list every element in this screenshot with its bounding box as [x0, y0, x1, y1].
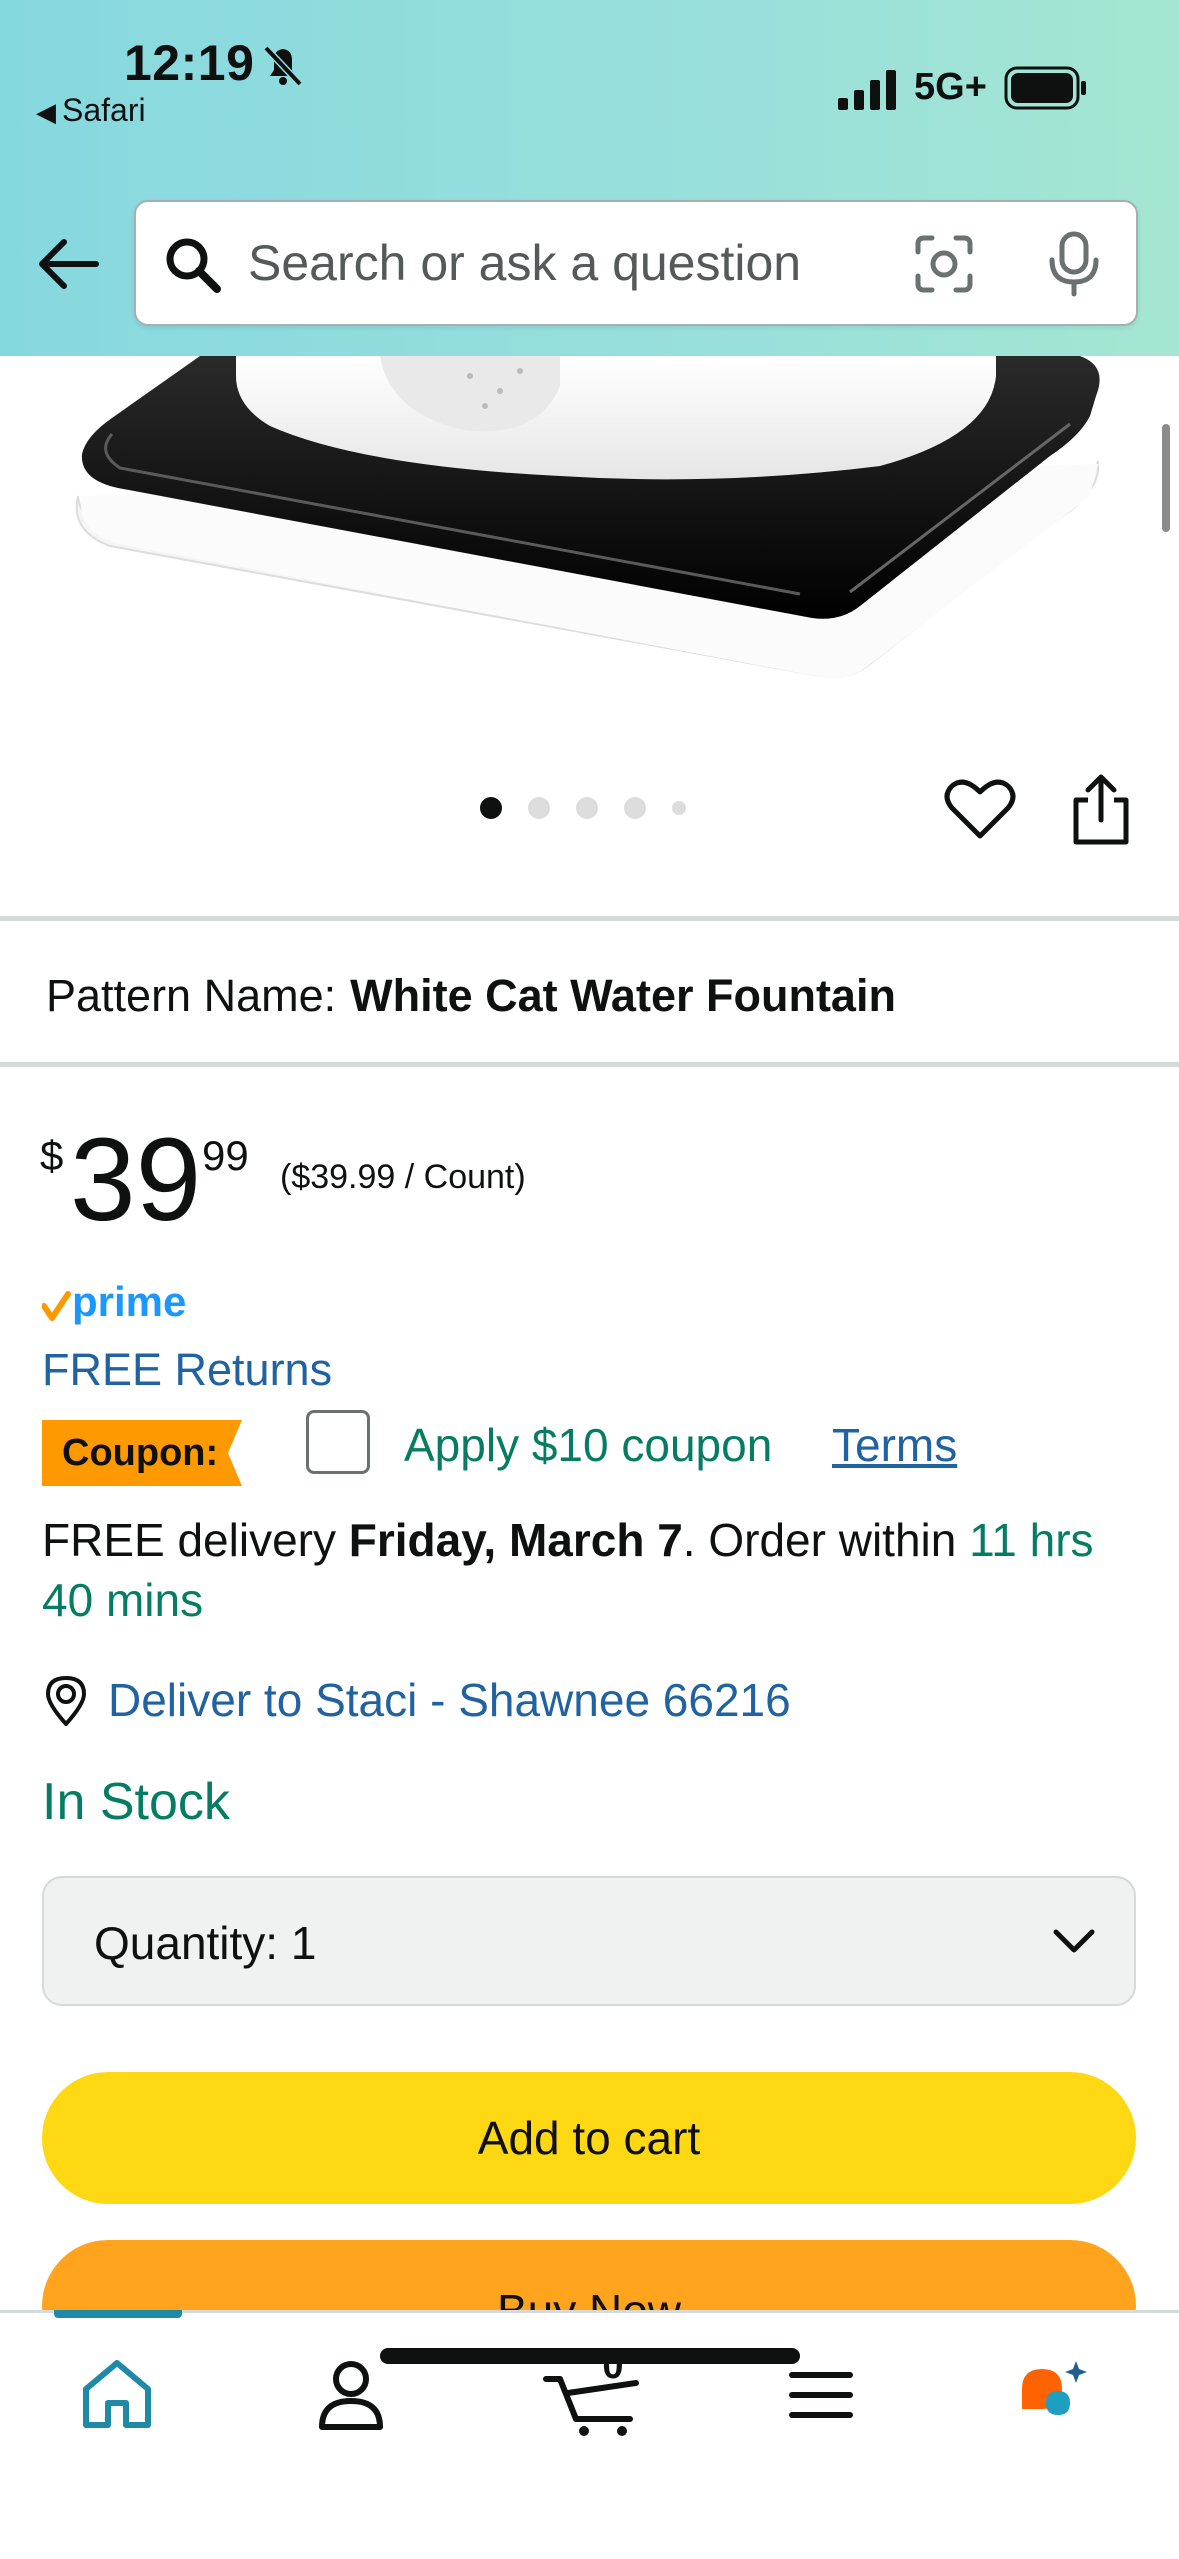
- search-icon[interactable]: [162, 234, 224, 296]
- page-scrollbar[interactable]: [1162, 424, 1170, 532]
- back-to-safari[interactable]: ◀ Safari: [36, 92, 146, 129]
- mic-icon[interactable]: [1044, 230, 1104, 298]
- product-image[interactable]: [0, 356, 1179, 716]
- unit-price: ($39.99 / Count): [280, 1158, 526, 1196]
- rufus-assistant-icon[interactable]: [1010, 2349, 1100, 2439]
- carousel-dot[interactable]: [480, 797, 502, 819]
- carousel-dots[interactable]: [480, 796, 686, 820]
- price-whole: 39: [70, 1114, 202, 1246]
- divider: [0, 1062, 1179, 1067]
- status-time: 12:19: [124, 35, 255, 91]
- divider: [0, 916, 1179, 921]
- battery-icon: [1004, 66, 1086, 110]
- coupon-text[interactable]: Apply $10 coupon: [404, 1418, 772, 1472]
- price-symbol: $: [40, 1132, 64, 1179]
- quantity-label-text: Quantity:: [94, 1917, 279, 1969]
- coupon-label: Coupon:: [62, 1432, 219, 1474]
- carousel-dot[interactable]: [672, 801, 686, 815]
- coupon-checkbox[interactable]: [306, 1410, 370, 1474]
- active-tab-indicator: [54, 2310, 182, 2318]
- prime-logo: prime: [42, 1278, 186, 1325]
- heart-icon[interactable]: [944, 776, 1016, 842]
- coupon-badge: Coupon:: [42, 1420, 256, 1486]
- carousel-dot[interactable]: [576, 797, 598, 819]
- back-arrow-icon[interactable]: [34, 234, 104, 294]
- delivery-prefix: FREE delivery: [42, 1514, 349, 1566]
- location-pin-icon: [45, 1675, 87, 1726]
- quantity-select[interactable]: Quantity: 1: [42, 1876, 1136, 2006]
- deliver-to-link[interactable]: Deliver to Staci - Shawnee 66216: [42, 1670, 791, 1730]
- chevron-down-icon: [1053, 1929, 1095, 1953]
- header: 12:19 ◀ Safari 5G+: [0, 0, 1179, 356]
- quantity-value: 1: [290, 1917, 317, 1969]
- delivery-middle: . Order within: [682, 1514, 970, 1566]
- camera-icon[interactable]: [912, 232, 976, 296]
- free-returns-link[interactable]: FREE Returns: [42, 1344, 332, 1396]
- search-box[interactable]: [134, 200, 1138, 326]
- home-indicator[interactable]: [380, 2348, 800, 2364]
- pattern-value: White Cat Water Fountain: [350, 970, 896, 1021]
- deliver-to-text[interactable]: Deliver to Staci - Shawnee 66216: [108, 1673, 791, 1727]
- carousel-dot[interactable]: [528, 797, 550, 819]
- signal-icon: [838, 70, 896, 110]
- bell-slash-icon: [263, 45, 303, 87]
- quantity-label: Quantity: 1: [94, 1916, 316, 1970]
- coupon-terms-link[interactable]: Terms: [832, 1418, 957, 1472]
- fountain-tray-image: [75, 356, 1100, 679]
- delivery-date: Friday, March 7: [348, 1514, 683, 1566]
- add-to-cart-button[interactable]: Add to cart: [42, 2072, 1136, 2204]
- home-icon[interactable]: [72, 2349, 162, 2439]
- search-input[interactable]: [248, 228, 928, 298]
- carousel-dot[interactable]: [624, 797, 646, 819]
- pattern-label: Pattern Name:: [46, 970, 337, 1021]
- pattern-name: Pattern Name: White Cat Water Fountain: [46, 970, 896, 1022]
- prime-text: prime: [72, 1278, 186, 1325]
- delivery-info: FREE delivery Friday, March 7. Order wit…: [42, 1510, 1132, 1630]
- stock-status: In Stock: [42, 1773, 230, 1831]
- share-icon[interactable]: [1070, 772, 1132, 846]
- network-type: 5G+: [914, 66, 987, 108]
- price-fraction: 99: [202, 1132, 249, 1179]
- back-triangle-icon: ◀: [36, 97, 56, 127]
